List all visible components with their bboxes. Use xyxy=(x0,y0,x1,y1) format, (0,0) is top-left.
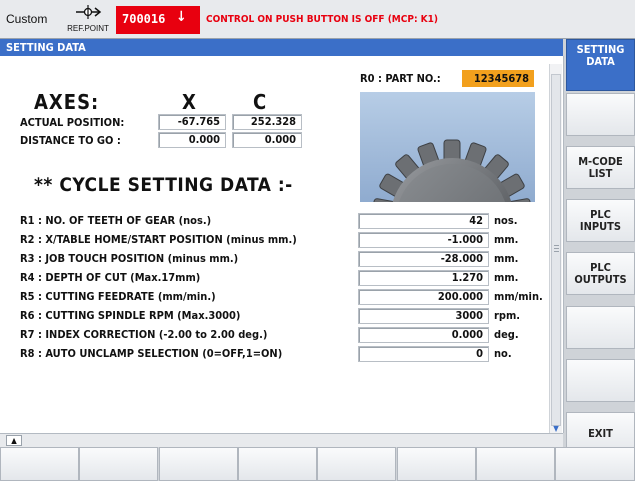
main-panel: R0 : PART NO.: 12345678 AXES: X C ACTUAL… xyxy=(0,56,564,434)
part-number-field[interactable]: 12345678 xyxy=(462,70,534,87)
param-label-r6: R6 : CUTTING SPINDLE RPM (Max.3000) xyxy=(20,309,241,322)
softkey-h4[interactable] xyxy=(237,447,317,481)
mode-label: Custom xyxy=(6,12,48,26)
distance-to-go-c: 0.000 xyxy=(232,132,302,148)
softkey-h6[interactable] xyxy=(396,447,476,481)
param-value-r1[interactable]: 42 xyxy=(358,213,489,229)
axis-c-header: C xyxy=(253,90,267,114)
softkey-h7[interactable] xyxy=(475,447,555,481)
softkey-h3[interactable] xyxy=(158,447,238,481)
actual-position-c: 252.328 xyxy=(232,114,302,130)
scrollbar-thumb[interactable] xyxy=(551,74,561,426)
alarm-indicator[interactable]: 700016 ↓ xyxy=(116,6,200,34)
param-label-r7: R7 : INDEX CORRECTION (-2.00 to 2.00 deg… xyxy=(20,328,268,341)
param-unit-r6: rpm. xyxy=(494,309,521,322)
param-value-r2[interactable]: -1.000 xyxy=(358,232,489,248)
softkey-v7[interactable] xyxy=(566,359,635,402)
softkey-h8[interactable] xyxy=(555,447,635,481)
refpoint-indicator: REF.POINT xyxy=(60,2,116,36)
softkey-h5[interactable] xyxy=(317,447,397,481)
softkey-v2[interactable] xyxy=(566,93,635,136)
param-unit-r5: mm/min. xyxy=(494,290,543,303)
param-value-r5[interactable]: 200.000 xyxy=(358,289,489,305)
reference-point-icon xyxy=(76,5,102,19)
part-number-label: R0 : PART NO.: xyxy=(360,72,441,85)
param-value-r3[interactable]: -28.000 xyxy=(358,251,489,267)
softkey-plc-outputs[interactable]: PLC OUTPUTS xyxy=(566,252,635,295)
gear-image xyxy=(360,92,535,202)
vertical-scrollbar[interactable]: ▼ xyxy=(549,64,562,434)
param-value-r4[interactable]: 1.270 xyxy=(358,270,489,286)
axis-x-header: X xyxy=(182,90,196,114)
softkey-v6[interactable] xyxy=(566,306,635,349)
param-unit-r3: mm. xyxy=(494,252,519,265)
softkey-mcode-list[interactable]: M-CODE LIST xyxy=(566,146,635,189)
param-label-r5: R5 : CUTTING FEEDRATE (mm/min.) xyxy=(20,290,216,303)
param-label-r3: R3 : JOB TOUCH POSITION (minus mm.) xyxy=(20,252,239,265)
softkey-setting-data[interactable]: SETTING DATA xyxy=(566,39,635,91)
alarm-arrow-icon: ↓ xyxy=(176,9,187,25)
actual-position-x: -67.765 xyxy=(158,114,226,130)
param-value-r8[interactable]: 0 xyxy=(358,346,489,362)
param-unit-r7: deg. xyxy=(494,328,519,341)
cycle-setting-title: ** CYCLE SETTING DATA :- xyxy=(34,174,293,196)
param-unit-r8: no. xyxy=(494,347,512,360)
chevron-up-icon[interactable]: ▲ xyxy=(6,435,22,446)
actual-position-label: ACTUAL POSITION: xyxy=(20,116,125,129)
param-value-r6[interactable]: 3000 xyxy=(358,308,489,324)
param-label-r8: R8 : AUTO UNCLAMP SELECTION (0=OFF,1=ON) xyxy=(20,347,283,360)
param-unit-r4: mm. xyxy=(494,271,519,284)
softkey-plc-inputs[interactable]: PLC INPUTS xyxy=(566,199,635,242)
param-label-r2: R2 : X/TABLE HOME/START POSITION (minus … xyxy=(20,233,297,246)
param-label-r4: R4 : DEPTH OF CUT (Max.17mm) xyxy=(20,271,201,284)
distance-to-go-label: DISTANCE TO GO : xyxy=(20,134,121,147)
alarm-message: CONTROL ON PUSH BUTTON IS OFF (MCP: K1) xyxy=(206,14,439,25)
status-bar: Custom REF.POINT 700016 ↓ CONTROL ON PUS… xyxy=(0,0,635,39)
refpoint-label: REF.POINT xyxy=(67,24,109,33)
softkey-h1[interactable] xyxy=(0,447,79,481)
alarm-number: 700016 xyxy=(122,12,166,26)
param-unit-r1: nos. xyxy=(494,214,518,227)
softkey-h2[interactable] xyxy=(79,447,159,481)
page-title: SETTING DATA xyxy=(6,41,86,54)
param-unit-r2: mm. xyxy=(494,233,519,246)
param-value-r7[interactable]: 0.000 xyxy=(358,327,489,343)
title-bar: SETTING DATA xyxy=(0,39,563,56)
bottom-strip: ▲ xyxy=(0,433,563,447)
param-label-r1: R1 : NO. OF TEETH OF GEAR (nos.) xyxy=(20,214,212,227)
axes-title: AXES: xyxy=(34,90,100,114)
distance-to-go-x: 0.000 xyxy=(158,132,226,148)
